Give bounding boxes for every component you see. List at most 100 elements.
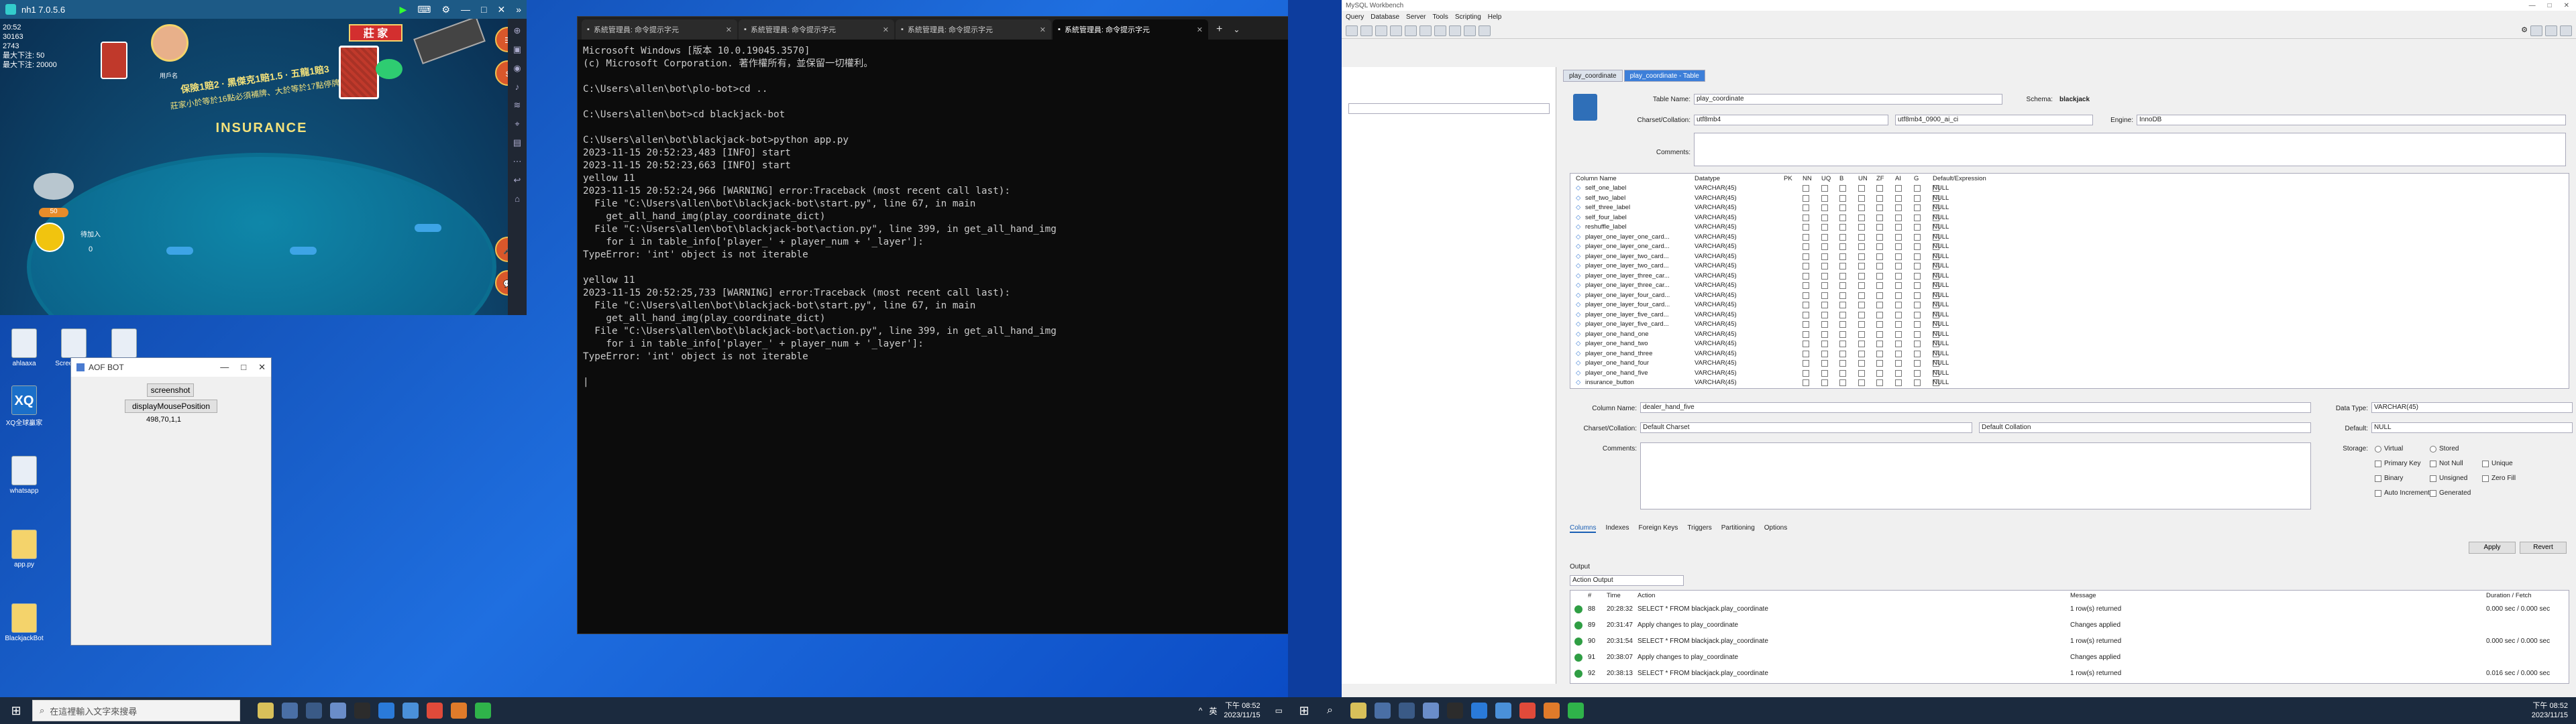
flag-checkbox[interactable] [1895,311,1902,318]
flag-checkbox[interactable] [1821,204,1828,211]
flag-checkbox[interactable] [1876,360,1883,367]
toolbar-icon[interactable] [1434,25,1446,36]
flag-checkbox[interactable] [1821,350,1828,357]
tab-triggers[interactable]: Triggers [1687,524,1711,533]
menu-database[interactable]: Database [1371,13,1399,21]
table-row[interactable]: ◇ player_one_hand_five VARCHAR(45) NULL [1570,369,2569,378]
flag-checkbox[interactable] [1821,321,1828,328]
flag-checkbox[interactable] [1803,350,1809,357]
flag-checkbox[interactable] [1876,341,1883,347]
close-tab-icon[interactable]: ✕ [1040,25,1046,34]
flag-checkbox[interactable] [1914,311,1921,318]
toolbar-icon[interactable] [1390,25,1402,36]
new-tab-icon[interactable]: + [1210,23,1229,40]
grid-header[interactable]: UQ [1821,175,1831,182]
grid-header[interactable]: G [1914,175,1919,182]
close-icon[interactable]: ✕ [258,362,266,373]
flag-checkbox[interactable] [1876,185,1883,192]
flag-checkbox[interactable] [1876,194,1883,202]
tab-table-editor[interactable]: play_coordinate - Table [1623,70,1705,82]
table-row[interactable]: ◇ player_one_hand_one VARCHAR(45) NULL [1570,330,2569,339]
table-row[interactable]: ◇ player_one_layer_four_card... VARCHAR(45… [1570,301,2569,310]
flag-checkbox[interactable] [1914,350,1921,357]
layout-icon[interactable] [2545,25,2557,36]
output-row[interactable]: 88 20:28:32 SELECT * FROM blackjack.play_c… [1570,601,2569,617]
flag-checkbox[interactable] [1895,321,1902,328]
flag-checkbox[interactable] [1803,233,1809,241]
flag-checkbox[interactable] [1876,350,1883,357]
app-icon[interactable] [1543,703,1560,719]
collation-select[interactable]: utf8mb4_0900_ai_ci [1895,115,2093,125]
flag-checkbox[interactable] [1858,341,1865,347]
column-collation-select[interactable]: Default Collation [1979,422,2311,433]
output-grid[interactable]: # Time Action Message Duration / Fetch 88 20:2… [1570,590,2569,684]
windows-start-icon[interactable]: ⊞ [0,704,32,718]
flag-checkbox[interactable] [1821,233,1828,241]
flag-checkbox[interactable] [1821,194,1828,202]
flag-checkbox[interactable] [1914,321,1921,328]
flag-checkbox[interactable] [1821,214,1828,221]
table-row[interactable]: ◇ self_one_label VARCHAR(45) NULL [1570,184,2569,193]
ime-indicator[interactable]: 英 [1209,705,1217,717]
radio[interactable] [2430,445,2436,452]
sidebar-more-icon[interactable]: ⋯ [513,156,522,167]
flag-checkbox[interactable] [1803,302,1809,308]
flag-checkbox[interactable] [1803,360,1809,367]
output-header[interactable]: Duration / Fetch [2486,592,2532,599]
flag-checkbox[interactable] [1914,360,1921,367]
storage-option[interactable]: Virtual [2375,445,2403,452]
sidebar-volume-icon[interactable]: ♪ [515,82,520,92]
data-type-input[interactable]: VARCHAR(45) [2371,402,2573,413]
search-icon[interactable]: ⌕ [1327,705,1333,717]
toolbar-icon[interactable] [1464,25,1476,36]
menu-query[interactable]: Query [1346,13,1364,21]
storage-option[interactable]: Unique [2482,460,2513,467]
radio[interactable] [2375,445,2381,452]
flag-checkbox[interactable] [1858,379,1865,386]
flag-checkbox[interactable] [1895,204,1902,211]
column-comments-textarea[interactable] [1640,442,2311,509]
flag-checkbox[interactable] [1839,204,1846,211]
flag-checkbox[interactable] [1895,341,1902,347]
minimize-icon[interactable]: — [220,362,229,373]
flag-checkbox[interactable] [1858,350,1865,357]
close-icon[interactable]: ✕ [2564,2,2569,9]
flag-checkbox[interactable] [1803,253,1809,260]
flag-checkbox[interactable] [1803,185,1809,192]
flag-checkbox[interactable] [1803,369,1809,377]
checkbox[interactable] [2430,460,2436,467]
chip-button[interactable]: $ [495,60,508,86]
toolbar-icon[interactable] [1419,25,1432,36]
flag-checkbox[interactable] [1876,214,1883,221]
layout-icon[interactable] [2530,25,2542,36]
flag-checkbox[interactable] [1821,243,1828,250]
menu-tools[interactable]: Tools [1433,13,1448,21]
flag-checkbox[interactable] [1895,243,1902,250]
storage-option[interactable]: Not Null [2430,460,2463,467]
toolbar-icon[interactable] [1449,25,1461,36]
output-row[interactable]: 90 20:31:54 SELECT * FROM blackjack.play_c… [1570,634,2569,650]
flag-checkbox[interactable] [1895,185,1902,192]
table-row[interactable]: ◇ self_two_label VARCHAR(45) NULL [1570,194,2569,203]
flag-checkbox[interactable] [1803,194,1809,202]
chrome-icon[interactable] [1519,703,1536,719]
flag-checkbox[interactable] [1858,302,1865,308]
flag-checkbox[interactable] [1803,330,1809,338]
menu-scripting[interactable]: Scripting [1455,13,1481,21]
sidebar-video-icon[interactable]: ◉ [513,63,521,74]
flag-checkbox[interactable] [1914,194,1921,202]
flag-checkbox[interactable] [1858,311,1865,318]
flag-checkbox[interactable] [1839,330,1846,338]
screenshot-button[interactable]: screenshot [147,383,194,397]
terminal-tab[interactable]: ▪ 系統管理員: 命令提示字元 ✕ [582,19,737,40]
flag-checkbox[interactable] [1876,302,1883,308]
tray-chevron-icon[interactable]: ^ [1199,706,1203,715]
checkbox[interactable] [2375,475,2381,482]
desktop-icon[interactable]: ahlaaxa [4,328,44,367]
flag-checkbox[interactable] [1858,272,1865,280]
flag-checkbox[interactable] [1895,360,1902,367]
flag-checkbox[interactable] [1914,224,1921,231]
flag-checkbox[interactable] [1821,311,1828,318]
close-tab-icon[interactable]: ✕ [726,25,732,34]
vscode-icon[interactable] [1470,703,1487,719]
